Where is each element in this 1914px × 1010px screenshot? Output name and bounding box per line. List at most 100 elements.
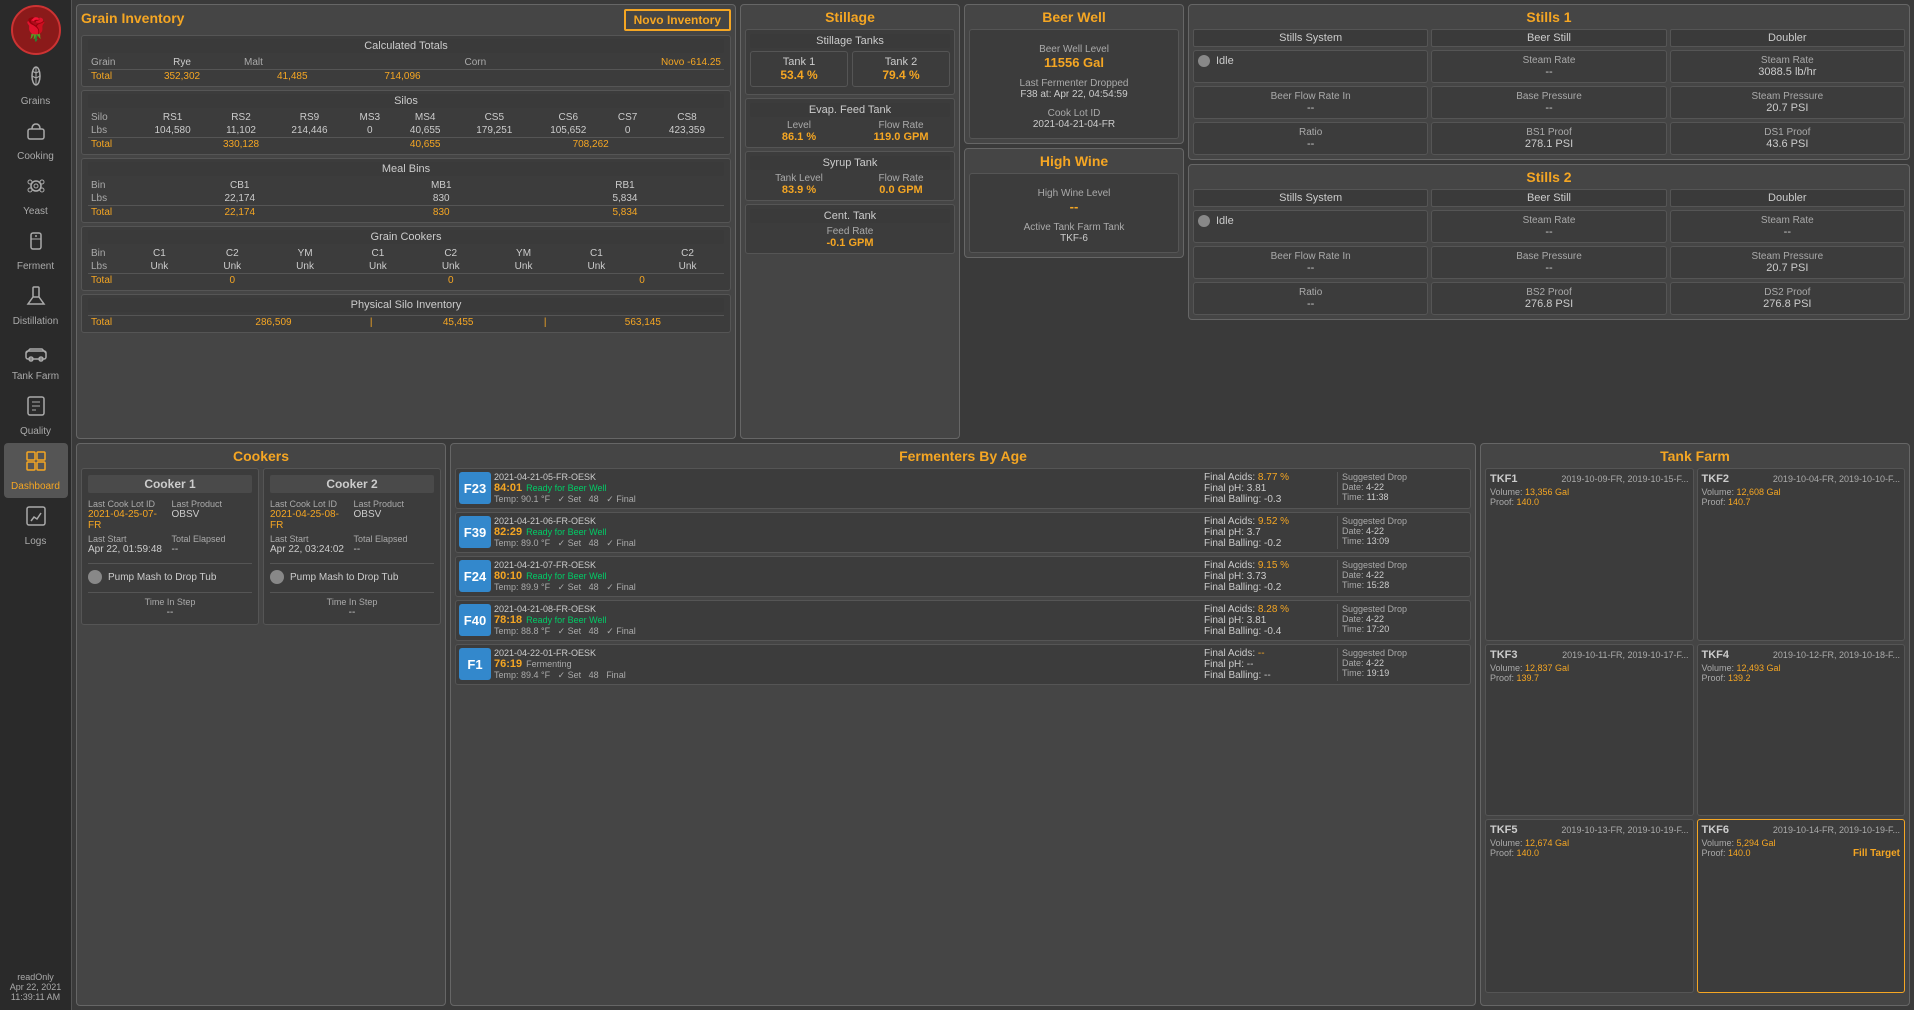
cooking-icon [24, 119, 48, 149]
gc-c1b: C1 [341, 247, 414, 260]
rs9-lbs: 214,446 [272, 124, 346, 138]
f24-drop-label: Suggested Drop [1342, 560, 1467, 570]
sidebar-item-distillation[interactable]: Distillation [4, 278, 68, 333]
s2-beer-flow-val: -- [1198, 262, 1423, 274]
tkf3-item: TKF3 2019-10-11-FR, 2019-10-17-F... Volu… [1485, 644, 1694, 817]
svg-text:🌹: 🌹 [22, 16, 49, 42]
grain-inventory-title: Grain Inventory [81, 10, 184, 26]
f1-date: 2021-04-22-01-FR-OESK [494, 648, 1201, 658]
ps-total-label: Total [88, 316, 192, 330]
f23-date: 2021-04-21-05-FR-OESK [494, 472, 1201, 482]
fermenters-panel: Fermenters By Age F23 2021-04-21-05-FR-O… [450, 443, 1476, 1006]
silo-ms3: MS3 [346, 111, 393, 124]
bw-cook-label: Cook Lot ID [978, 108, 1170, 119]
c1-last-cook-cell: Last Cook Lot ID 2021-04-25-07-FR [88, 499, 169, 531]
f23-ph: Final pH: 3.81 [1204, 483, 1334, 494]
table-row: F39 2021-04-21-06-FR-OESK 82:29 Ready fo… [455, 512, 1471, 553]
c1-last-product-label: Last Product [172, 499, 253, 509]
f24-acids: Final Acids: 9.15 % [1204, 560, 1334, 571]
c2-pump-label: Pump Mash to Drop Tub [290, 572, 398, 583]
sidebar-item-cooking[interactable]: Cooking [4, 113, 68, 168]
syrup-flow-val: 0.0 GPM [852, 184, 950, 196]
s2-bs2-proof-val: 276.8 PSI [1436, 298, 1661, 310]
s1-base-press-val: -- [1436, 102, 1661, 114]
stillage-panel: Stillage Stillage Tanks Tank 1 53.4 % Ta… [740, 4, 960, 439]
syrup-level-val: 83.9 % [750, 184, 848, 196]
f40-balling: Final Balling: -0.4 [1204, 626, 1334, 637]
s2-beer-flow-label: Beer Flow Rate In [1198, 251, 1423, 262]
c1-ts-label: Time In Step [88, 597, 252, 607]
s2-idle-row: Idle [1198, 215, 1423, 227]
s1-doubler-header: Doubler [1670, 29, 1905, 47]
ms4-lbs: 40,655 [393, 124, 457, 138]
gc-c1a: C1 [123, 247, 196, 260]
f23-age: 84:01 [494, 482, 522, 494]
sidebar-item-logs[interactable]: Logs [4, 498, 68, 553]
cb1-label: CB1 [123, 179, 357, 192]
total-malt: 41,485 [241, 70, 343, 84]
f40-badge: F40 [459, 604, 491, 636]
sidebar-item-quality[interactable]: Quality [4, 388, 68, 443]
cent-feed-val: -0.1 GPM [750, 237, 950, 249]
status-time: 11:39:11 AM [10, 992, 62, 1002]
stills1-title: Stills 1 [1193, 9, 1905, 25]
total-empty [462, 70, 540, 84]
gc-unk6: Unk [487, 260, 560, 274]
sidebar-item-ferment[interactable]: Ferment [4, 223, 68, 278]
table-row: F1 2021-04-22-01-FR-OESK 76:19 Fermentin… [455, 644, 1471, 685]
gc-c1c: C1 [560, 247, 633, 260]
s2-beer-flow-cell: Beer Flow Rate In -- [1193, 246, 1428, 279]
sidebar-item-dashboard[interactable]: Dashboard [4, 443, 68, 498]
tkf3-header: TKF3 2019-10-11-FR, 2019-10-17-F... [1490, 649, 1689, 661]
s2-steam-rate-d-label: Steam Rate [1675, 215, 1900, 226]
mb1-lbs: 830 [357, 192, 526, 206]
f1-age-row: 76:19 Fermenting [494, 658, 1201, 670]
corn-label: Corn [462, 56, 540, 70]
f23-drop: Suggested Drop Date: 4-22 Time: 11:38 [1337, 472, 1467, 505]
evap-level-cell: Level 86.1 % [750, 120, 848, 143]
s1-beer-flow-val: -- [1198, 102, 1423, 114]
sidebar-item-yeast[interactable]: Yeast [4, 168, 68, 223]
f40-acids: Final Acids: 8.28 % [1204, 604, 1334, 615]
s1-ds1-proof-val: 43.6 PSI [1675, 138, 1900, 150]
s1-ratio-val: -- [1198, 138, 1423, 150]
sidebar-item-tankfarm[interactable]: Tank Farm [4, 333, 68, 388]
s2-ds2-proof-cell: DS2 Proof 276.8 PSI [1670, 282, 1905, 315]
c1-last-product-cell: Last Product OBSV [172, 499, 253, 531]
tkf2-header: TKF2 2019-10-04-FR, 2019-10-10-F... [1702, 473, 1901, 485]
cent-tank-title: Cent. Tank [750, 209, 950, 223]
gc-unk8: Unk [651, 260, 724, 274]
cs6-lbs: 105,652 [531, 124, 605, 138]
evap-level-label: Level [750, 120, 848, 131]
c1-pump-label: Pump Mash to Drop Tub [108, 572, 216, 583]
novo-inventory-button[interactable]: Novo Inventory [624, 9, 731, 31]
bw-dropped-val: F38 at: Apr 22, 04:54:59 [978, 89, 1170, 100]
gc-empty2 [633, 260, 651, 274]
f23-drop-label: Suggested Drop [1342, 472, 1467, 482]
f39-drop: Suggested Drop Date: 4-22 Time: 13:09 [1337, 516, 1467, 549]
f24-balling: Final Balling: -0.2 [1204, 582, 1334, 593]
s2-steam-press-val: 20.7 PSI [1675, 262, 1900, 274]
sidebar-item-grains[interactable]: Grains [4, 58, 68, 113]
f1-drop: Suggested Drop Date: 4-22 Time: 19:19 [1337, 648, 1467, 681]
quality-label: Quality [20, 426, 51, 437]
tank-farm-title: Tank Farm [1485, 448, 1905, 464]
f39-time-label: Time: 13:09 [1342, 536, 1467, 546]
bins-total-3: 5,834 [526, 206, 724, 220]
gc-c2c: C2 [651, 247, 724, 260]
f24-time-label: Time: 15:28 [1342, 580, 1467, 590]
cb1-lbs: 22,174 [123, 192, 357, 206]
f39-age-row: 82:29 Ready for Beer Well [494, 526, 1201, 538]
s1-system-header: Stills System [1193, 29, 1428, 47]
beer-well-inner: Beer Well Level 11556 Gal Last Fermenter… [969, 29, 1179, 139]
silos-section: Silos Silo RS1 RS2 RS9 MS3 MS4 CS5 CS6 C… [81, 90, 731, 155]
calc-totals-table: Grain Rye Malt Corn Novo -614.25 Total 3… [88, 56, 724, 83]
high-wine-panel: High Wine High Wine Level -- Active Tank… [964, 148, 1184, 258]
s2-base-press-val: -- [1436, 262, 1661, 274]
mb1-label: MB1 [357, 179, 526, 192]
cent-feed-label: Feed Rate [750, 226, 950, 237]
tkf3-date: 2019-10-11-FR, 2019-10-17-F... [1562, 650, 1688, 660]
f40-ph: Final pH: 3.81 [1204, 615, 1334, 626]
s1-bs-header: Beer Still [1431, 29, 1666, 47]
f39-badge: F39 [459, 516, 491, 548]
